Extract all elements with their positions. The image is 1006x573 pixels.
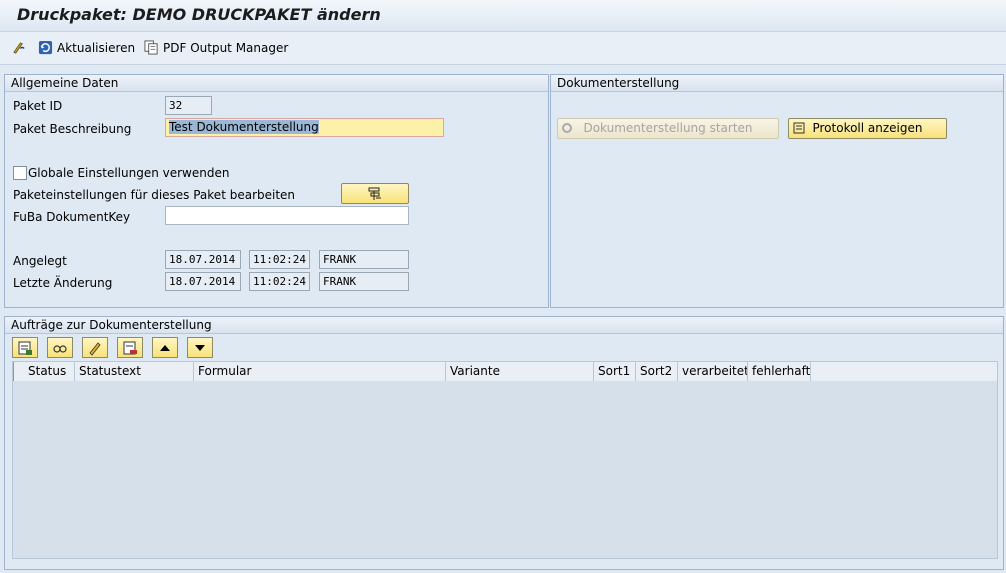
angelegt-time: 11:02:24 <box>249 250 310 269</box>
orders-heading: Aufträge zur Dokumenterstellung <box>5 317 1003 334</box>
move-up-button[interactable] <box>152 337 178 358</box>
pencil-icon <box>89 341 101 356</box>
column-header-variante[interactable]: Variante <box>446 362 594 381</box>
refresh-button[interactable]: Aktualisieren <box>38 40 135 55</box>
orders-table-header: Status Statustext Formular Variante Sort… <box>13 362 997 381</box>
arrow-up-icon <box>160 344 170 351</box>
refresh-icon <box>38 40 53 55</box>
paket-id-label: Paket ID <box>13 99 63 113</box>
copy-order-button[interactable] <box>47 337 73 358</box>
documents-icon <box>144 40 158 55</box>
settings-tree-icon <box>368 187 381 200</box>
move-down-button[interactable] <box>187 337 213 358</box>
show-protocol-label: Protokoll anzeigen <box>812 121 923 135</box>
letzte-aenderung-label: Letzte Änderung <box>13 276 113 290</box>
paketeinstellungen-label: Paketeinstellungen für dieses Paket bear… <box>13 188 296 202</box>
start-document-creation-label: Dokumenterstellung starten <box>583 121 753 135</box>
start-document-creation-button[interactable]: Dokumenterstellung starten <box>557 118 779 139</box>
column-header-verarbeitet[interactable]: verarbeitet <box>678 362 748 381</box>
pencil-glasses-icon <box>13 42 25 54</box>
column-header-sort1[interactable]: Sort1 <box>594 362 636 381</box>
paket-beschreibung-label: Paket Beschreibung <box>13 122 132 136</box>
glasses-icon <box>53 344 67 353</box>
paket-beschreibung-input[interactable]: Test Dokumenterstellung <box>165 118 444 137</box>
column-header-statustext[interactable]: Statustext <box>75 362 194 381</box>
globale-einstellungen-label: Globale Einstellungen verwenden <box>28 166 230 180</box>
create-order-button[interactable] <box>12 337 38 358</box>
column-header-sort2[interactable]: Sort2 <box>636 362 678 381</box>
angelegt-user: FRANK <box>319 250 409 269</box>
change-mode-button[interactable] <box>12 40 27 55</box>
globale-einstellungen-checkbox[interactable] <box>13 166 27 180</box>
aenderung-user: FRANK <box>319 272 409 291</box>
paket-beschreibung-value: Test Dokumenterstellung <box>169 120 319 134</box>
gear-icon <box>562 123 572 133</box>
angelegt-date: 18.07.2014 <box>165 250 241 269</box>
document-creation-heading: Dokumenterstellung <box>551 75 1003 92</box>
fuba-dokumentkey-input[interactable] <box>165 206 409 225</box>
column-header-formular[interactable]: Formular <box>194 362 446 381</box>
fuba-dokumentkey-label: FuBa DokumentKey <box>13 210 131 224</box>
application-toolbar: Aktualisieren PDF Output Manager <box>0 32 1006 65</box>
refresh-label: Aktualisieren <box>57 40 136 55</box>
column-header-status[interactable]: Status <box>13 362 75 381</box>
column-header-fehlerhaft[interactable]: fehlerhaft <box>748 362 811 381</box>
scroll-log-icon <box>793 122 805 134</box>
edit-order-button[interactable] <box>82 337 108 358</box>
show-protocol-button[interactable]: Protokoll anzeigen <box>788 118 947 139</box>
delete-order-button[interactable] <box>117 337 143 358</box>
angelegt-label: Angelegt <box>13 254 67 268</box>
arrow-down-icon <box>195 344 205 351</box>
window-title: Druckpaket: DEMO DRUCKPAKET ändern <box>17 5 381 24</box>
create-entry-icon <box>18 341 32 355</box>
orders-table[interactable]: Status Statustext Formular Variante Sort… <box>12 361 998 559</box>
general-data-heading: Allgemeine Daten <box>5 75 548 92</box>
aenderung-date: 18.07.2014 <box>165 272 241 291</box>
paket-id-field: 32 <box>165 96 212 115</box>
delete-entry-icon <box>123 341 137 354</box>
title-bar: Druckpaket: DEMO DRUCKPAKET ändern <box>0 0 1006 32</box>
document-creation-group: Dokumenterstellung <box>550 74 1004 308</box>
paketeinstellungen-button[interactable] <box>341 183 409 204</box>
aenderung-time: 11:02:24 <box>249 272 310 291</box>
pdf-output-manager-button[interactable]: PDF Output Manager <box>144 40 288 55</box>
pdf-output-manager-label: PDF Output Manager <box>163 40 289 55</box>
